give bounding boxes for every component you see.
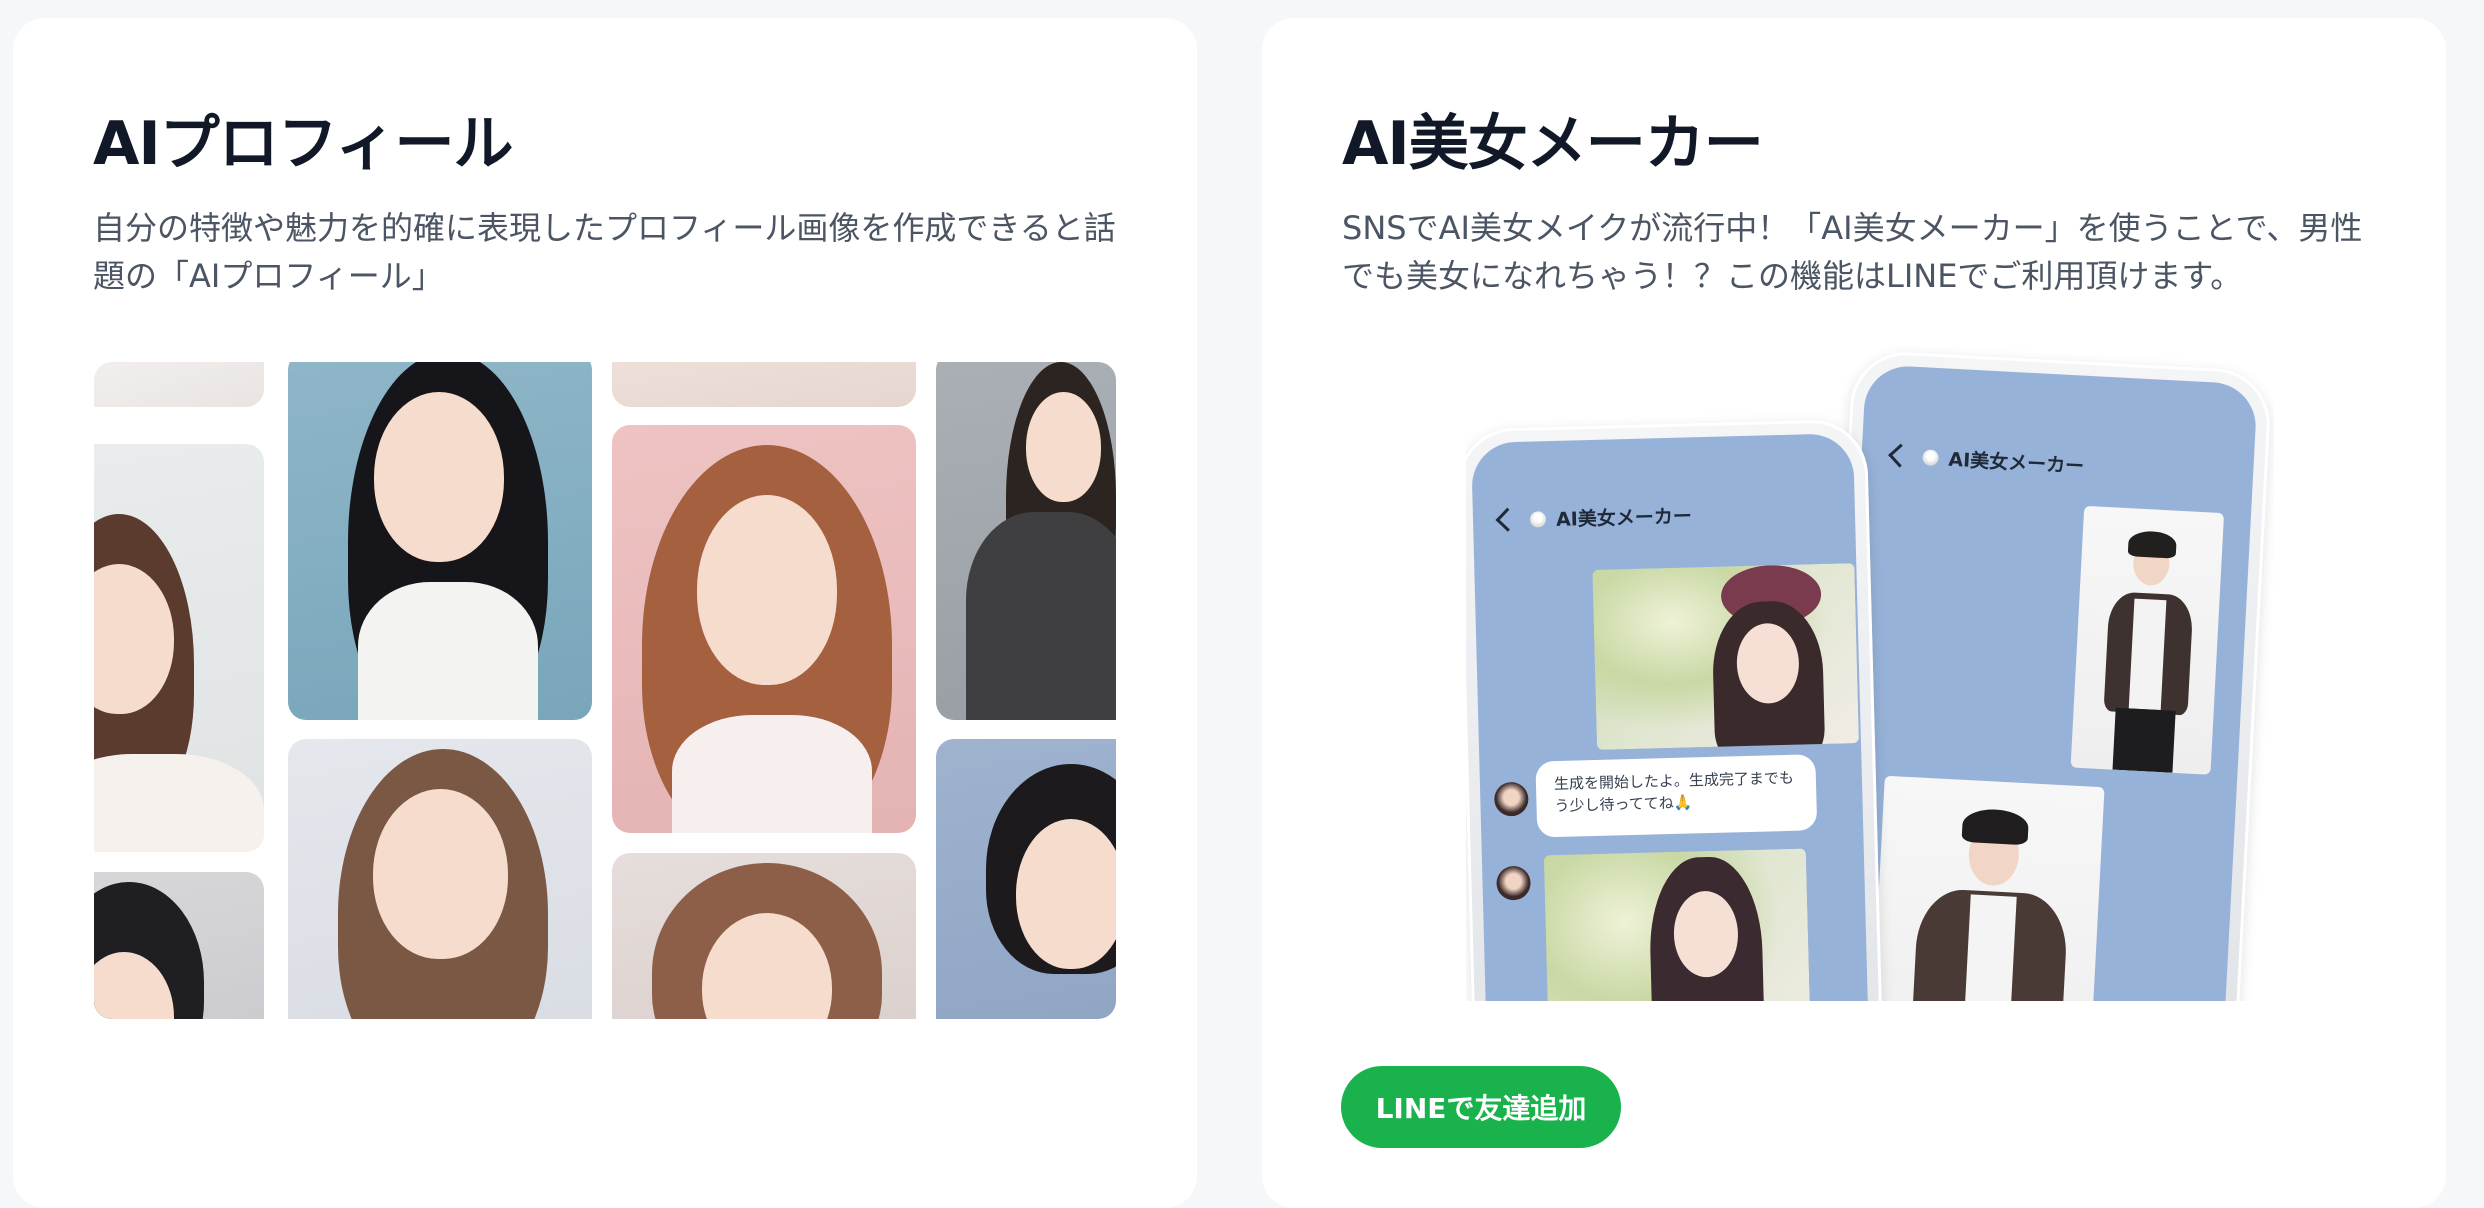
bot-avatar-icon <box>1922 448 1940 466</box>
front-phone-screen: AI美女メーカー 生成を開始したよ。生成完了までもう少し待っててね🙏 <box>1471 433 1872 1001</box>
back-arrow-icon[interactable] <box>1495 507 1520 532</box>
phone-mockups: AI美女メーカー AI美女メーカー 生成を開始したよ。生成完了までもう少し待って… <box>1466 344 2274 1001</box>
man-photo <box>2070 505 2225 775</box>
front-chat-title: AI美女メーカー <box>1555 505 1693 531</box>
man-photo <box>1869 775 2105 1001</box>
portrait-tile <box>936 362 1116 720</box>
bot-avatar <box>1496 865 1531 901</box>
back-arrow-icon[interactable] <box>1888 443 1913 468</box>
front-phone: AI美女メーカー 生成を開始したよ。生成完了までもう少し待っててね🙏 <box>1466 418 1886 1001</box>
back-chat-title: AI美女メーカー <box>1947 448 2085 478</box>
back-chat-header: AI美女メーカー <box>1888 442 2085 479</box>
bot-avatar-icon <box>1529 510 1547 528</box>
portrait-tile <box>612 853 916 1019</box>
bot-avatar <box>1493 781 1529 817</box>
portrait-tile <box>94 444 264 852</box>
front-chat-header: AI美女メーカー <box>1495 501 1693 533</box>
portrait-tile <box>94 362 264 407</box>
generated-girl-photo <box>1592 563 1859 750</box>
ai-profile-title: AIプロフィール <box>93 109 514 179</box>
ai-beauty-maker-description: SNSでAI美女メイクが流行中！「AI美女メーカー」を使うことで、男性でも美女に… <box>1342 209 2363 295</box>
back-phone: AI美女メーカー <box>1815 349 2273 1001</box>
ai-beauty-maker-title: AI美女メーカー <box>1342 109 1764 179</box>
portrait-tile <box>612 362 916 407</box>
portrait-tile <box>288 362 592 720</box>
back-phone-screen: AI美女メーカー <box>1829 364 2258 1001</box>
portrait-tile <box>288 739 592 1019</box>
portrait-tile <box>612 425 916 833</box>
status-bubble: 生成を開始したよ。生成完了までもう少し待っててね🙏 <box>1535 754 1818 838</box>
ai-profile-description: 自分の特徴や魅力を的確に表現したプロフィール画像を作成できると話題の「AIプロフ… <box>93 209 1116 295</box>
portrait-tile <box>936 739 1116 1019</box>
line-add-friend-button[interactable]: LINEで友達追加 <box>1341 1066 1621 1148</box>
generated-girl-photo <box>1543 848 1812 1001</box>
ai-profile-card: AIプロフィール 自分の特徴や魅力を的確に表現したプロフィール画像を作成できると… <box>13 18 1197 1208</box>
portrait-tile <box>94 872 264 1019</box>
ai-profile-portrait-mosaic <box>94 362 1116 1019</box>
